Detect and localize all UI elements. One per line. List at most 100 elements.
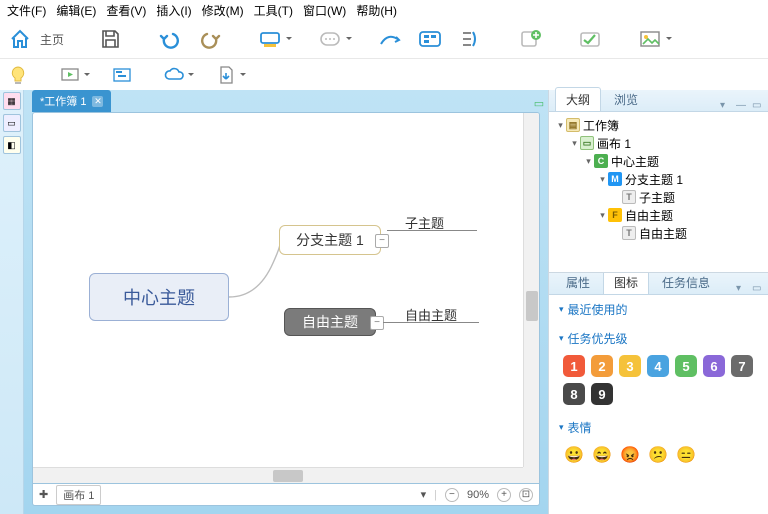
horizontal-scrollbar[interactable] [33,467,523,483]
twisty-icon[interactable]: ▾ [597,174,608,185]
emoji-4[interactable]: 😑 [675,444,697,466]
center-topic-node[interactable]: 中心主题 [89,273,229,321]
panel-min-icon[interactable]: — [736,100,748,111]
emoji-0[interactable]: 😀 [563,444,585,466]
outline-row-canvas[interactable]: ▾▭画布 1 [551,134,766,152]
add-sheet-icon[interactable]: ✚ [39,488,48,501]
save-button[interactable] [96,25,124,53]
outline-row-free[interactable]: ▾F自由主题 [551,206,766,224]
zoom-fit-button[interactable]: ⊡ [519,488,533,502]
panel-close-icon[interactable]: ▭ [752,100,764,111]
vertical-scrollbar[interactable] [523,113,539,467]
twisty-icon[interactable]: ▾ [597,210,608,221]
outline-row-center[interactable]: ▾C中心主题 [551,152,766,170]
emoji-3[interactable]: 😕 [647,444,669,466]
tab-props[interactable]: 属性 [555,272,601,294]
mindmap-canvas[interactable]: 中心主题 分支主题 1− 自由主题− 子主题 自由主题 [33,113,539,483]
tab-taskinfo[interactable]: 任务信息 [651,272,721,294]
free-icon: F [608,208,622,222]
emoji-1[interactable]: 😄 [591,444,613,466]
priority-5[interactable]: 5 [675,355,697,377]
scroll-thumb[interactable] [273,470,303,482]
expand-icon[interactable]: − [375,234,389,248]
menu-file[interactable]: 文件(F) [2,0,51,21]
outline-row-freechild[interactable]: T自由主题 [551,224,766,242]
workbook-tab[interactable]: *工作簿 1 ✕ [32,90,111,112]
priority-1[interactable]: 1 [563,355,585,377]
right-panel: 大纲 浏览 ▾ — ▭ ▾▤工作簿 ▾▭画布 1 ▾C中心主题 ▾M分支主题 1 T… [548,90,768,514]
panel-menu-icon[interactable]: ▾ [736,283,748,294]
priority-9[interactable]: 9 [591,383,613,405]
image-button[interactable] [636,25,664,53]
section-priority[interactable]: 任务优先级 [549,324,768,353]
panel-menu-icon[interactable]: ▾ [720,100,732,111]
outline-row-sub[interactable]: T子主题 [551,188,766,206]
menu-help[interactable]: 帮助(H) [351,0,402,21]
twisty-icon[interactable]: ▾ [583,156,594,167]
summary-button[interactable] [456,25,484,53]
connector-line [383,322,479,323]
properties-area: 属性 图标 任务信息 ▾ ▭ 最近使用的 任务优先级 1234567 89 表情 😀… [549,272,768,514]
menu-view[interactable]: 查看(V) [101,0,151,21]
sidebar-btn-2[interactable]: ▭ [3,114,21,132]
close-tab-icon[interactable]: ✕ [92,96,103,107]
menu-modify[interactable]: 修改(M) [197,0,249,21]
priority-7[interactable]: 7 [731,355,753,377]
expand-icon[interactable]: − [370,316,384,330]
document-tabbar: *工作簿 1 ✕ ▭ [24,90,548,112]
scroll-corner [523,467,539,483]
home-button[interactable] [6,25,34,53]
menu-tools[interactable]: 工具(T) [249,0,298,21]
priority-3[interactable]: 3 [619,355,641,377]
section-recent[interactable]: 最近使用的 [549,295,768,324]
zoom-out-button[interactable]: − [445,488,459,502]
tab-browse[interactable]: 浏览 [603,87,649,111]
minimize-panel-icon[interactable]: ▭ [532,96,546,110]
twisty-icon[interactable]: ▾ [569,138,580,149]
sidebar-btn-3[interactable]: ◧ [3,136,21,154]
outline-tree: ▾▤工作簿 ▾▭画布 1 ▾C中心主题 ▾M分支主题 1 T子主题 ▾F自由主题… [549,112,768,272]
emoji-2[interactable]: 😡 [619,444,641,466]
main-toolbar: 主页 [0,20,768,58]
priority-2[interactable]: 2 [591,355,613,377]
priority-8[interactable]: 8 [563,383,585,405]
gantt-button[interactable] [110,64,134,86]
cloud-button[interactable] [162,64,186,86]
outline-row-branch[interactable]: ▾M分支主题 1 [551,170,766,188]
workbook-tab-label: *工作簿 1 [40,93,86,109]
free-topic-node[interactable]: 自由主题− [284,308,376,336]
priority-6[interactable]: 6 [703,355,725,377]
task-button[interactable] [576,25,604,53]
priority-4[interactable]: 4 [647,355,669,377]
export-button[interactable] [214,64,238,86]
outline-row-workbook[interactable]: ▾▤工作簿 [551,116,766,134]
branch-topic-node[interactable]: 分支主题 1− [279,225,381,255]
twisty-icon[interactable]: ▾ [555,120,566,131]
workbook-icon: ▤ [566,118,580,132]
canvas-viewport: 中心主题 分支主题 1− 自由主题− 子主题 自由主题 [32,112,540,484]
idea-button[interactable] [6,64,30,86]
undo-button[interactable] [156,25,184,53]
topic-button[interactable] [256,25,284,53]
menu-edit[interactable]: 编辑(E) [51,0,101,21]
redo-button[interactable] [196,25,224,53]
section-emotion[interactable]: 表情 [549,413,768,442]
scroll-thumb[interactable] [526,291,538,321]
relationship-button[interactable] [376,25,404,53]
sidebar-btn-1[interactable]: ▦ [3,92,21,110]
tab-markers[interactable]: 图标 [603,272,649,294]
zoom-in-button[interactable]: + [497,488,511,502]
presentation-button[interactable] [58,64,82,86]
filter-icon[interactable]: ▾ [421,488,427,501]
boundary-button[interactable] [416,25,444,53]
sheet-tab[interactable]: 画布 1 [56,485,101,505]
topic-icon: T [622,226,636,240]
menu-insert[interactable]: 插入(I) [151,0,196,21]
note-button[interactable] [316,25,344,53]
main-icon: M [608,172,622,186]
status-bar: ✚ 画布 1 ▾ | − 90% + ⊡ [32,484,540,506]
panel-close-icon[interactable]: ▭ [752,283,764,294]
menu-window[interactable]: 窗口(W) [298,0,351,21]
insert-button[interactable] [516,25,544,53]
tab-outline[interactable]: 大纲 [555,87,601,111]
